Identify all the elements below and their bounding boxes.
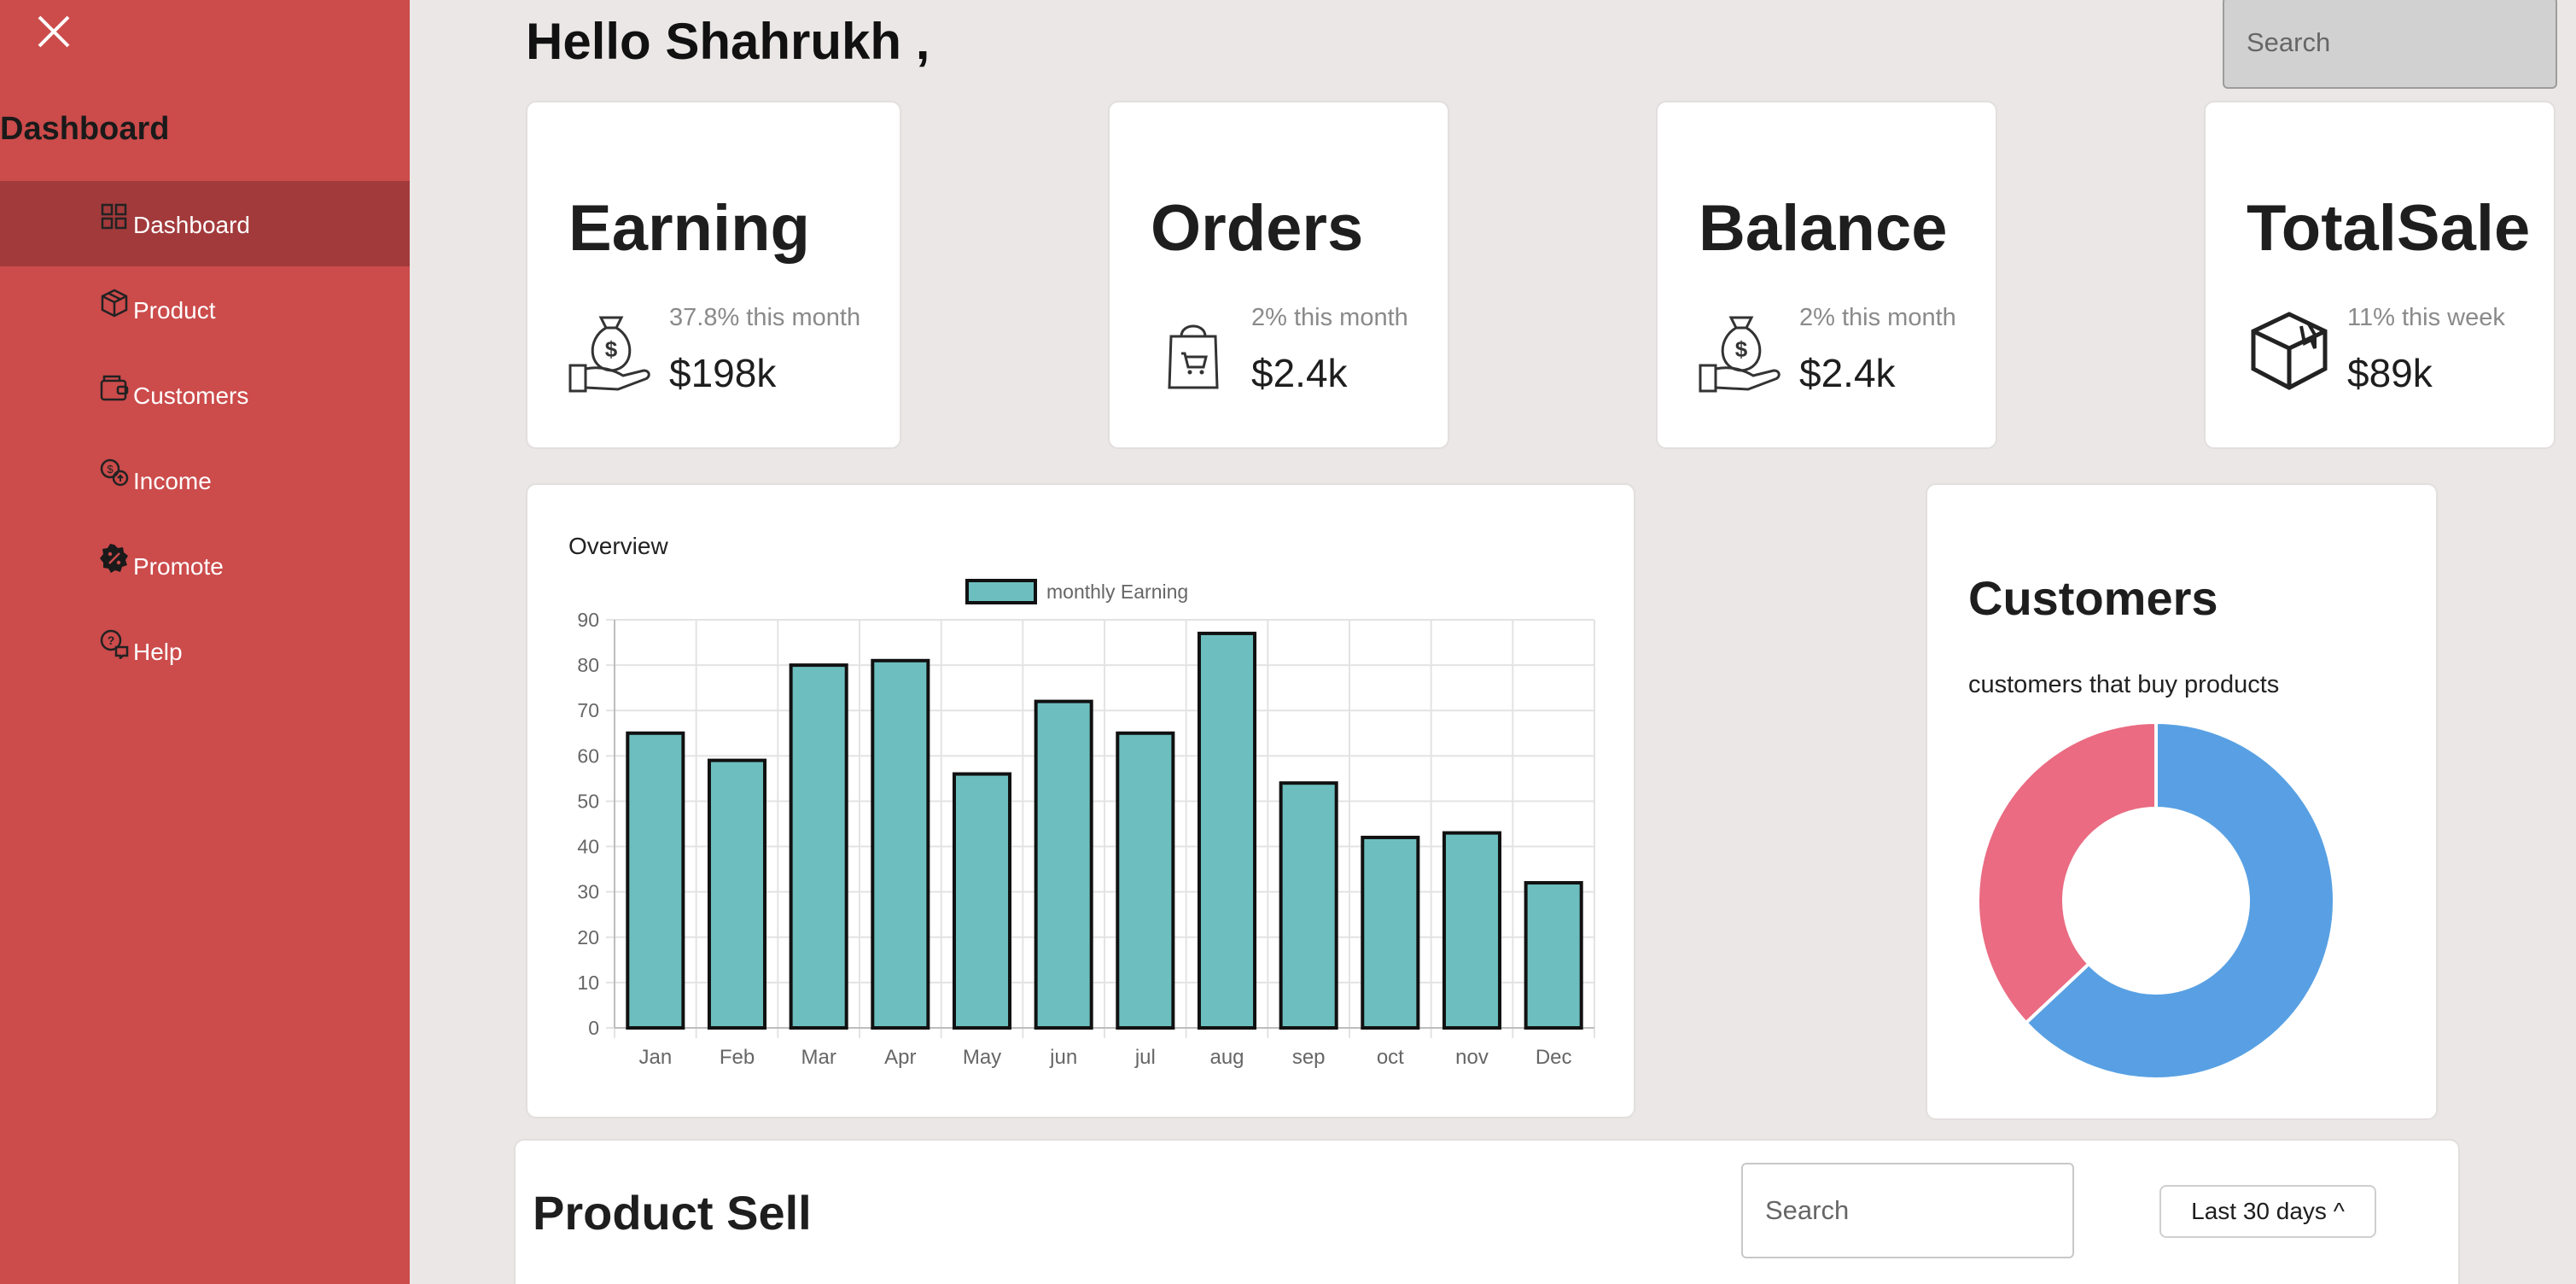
sidebar-item-promote[interactable]: Promote xyxy=(0,522,410,608)
x-tick-label: jul xyxy=(1134,1046,1156,1069)
sidebar-item-label: Customers xyxy=(133,382,249,409)
x-tick-label: Jan xyxy=(638,1046,672,1069)
grid-icon xyxy=(101,203,127,230)
stat-card-orders: Orders 2% this month $2.4k xyxy=(1108,101,1449,449)
bar xyxy=(1524,881,1583,1030)
legend-swatch xyxy=(965,579,1037,604)
bar xyxy=(871,658,930,1030)
x-tick-label: Dec xyxy=(1536,1046,1572,1069)
stat-value: $198k xyxy=(669,351,777,395)
donut-chart xyxy=(1976,720,2336,1081)
product-search-input[interactable] xyxy=(1741,1163,2074,1258)
bar xyxy=(707,758,767,1030)
sidebar: Dashboard Dashboard Product Customers $ xyxy=(0,0,410,1284)
sidebar-item-label: Product xyxy=(133,297,216,324)
y-tick-label: 70 xyxy=(577,699,599,721)
x-tick-label: aug xyxy=(1209,1046,1244,1069)
shopping-bag-icon xyxy=(1168,324,1219,389)
bar-chart: 0 10 20 30 40 50 60 70 80 90 Jan Feb Mar Apr May jun jul… xyxy=(577,579,1595,1069)
money-bag-hand-icon: $ xyxy=(568,316,650,393)
y-tick-label: 0 xyxy=(588,1017,599,1039)
sidebar-item-label: Dashboard xyxy=(133,212,250,238)
stat-change: 2% this month xyxy=(1799,304,1956,331)
stat-card-balance: Balance $ 2% this month $2.4k xyxy=(1656,101,1997,449)
stat-change: 37.8% this month xyxy=(669,304,861,331)
coins-icon: $ xyxy=(100,458,129,487)
bar xyxy=(1279,781,1338,1030)
close-icon[interactable] xyxy=(32,9,77,53)
stat-title: TotalSale xyxy=(2247,192,2531,265)
product-sell-title: Product Sell xyxy=(533,1186,812,1240)
stat-value: $2.4k xyxy=(1251,351,1348,395)
bar xyxy=(1116,731,1175,1030)
legend-label: monthly Earning xyxy=(1046,581,1188,603)
product-sell-card: Product Sell Last 30 days ^ xyxy=(514,1139,2460,1284)
stat-card-totalsale: TotalSale 11% this week $89k xyxy=(2204,101,2556,449)
sidebar-item-income[interactable]: $ Income xyxy=(0,437,410,522)
top-search-input[interactable] xyxy=(2223,0,2557,89)
stat-title: Earning xyxy=(568,192,810,265)
y-tick-label: 90 xyxy=(577,609,599,631)
sidebar-item-help[interactable]: ? Help xyxy=(0,608,410,693)
x-tick-label: nov xyxy=(1455,1046,1489,1069)
stat-change: 2% this month xyxy=(1251,304,1408,331)
bar xyxy=(1442,831,1502,1030)
box-icon xyxy=(101,289,128,318)
x-tick-label: jun xyxy=(1049,1046,1077,1069)
x-tick-label: oct xyxy=(1377,1046,1404,1069)
stat-value: $89k xyxy=(2347,351,2433,395)
stat-title: Orders xyxy=(1151,192,1364,265)
badge-percent-icon xyxy=(100,544,128,573)
x-tick-label: sep xyxy=(1292,1046,1326,1069)
y-tick-label: 50 xyxy=(577,790,599,812)
y-tick-label: 60 xyxy=(577,744,599,767)
svg-text:$: $ xyxy=(1735,336,1748,362)
bar xyxy=(1361,835,1420,1030)
x-tick-label: Mar xyxy=(801,1046,836,1069)
stat-title: Balance xyxy=(1699,192,1948,265)
sidebar-brand: Dashboard xyxy=(0,111,170,147)
donut-slice xyxy=(1976,720,2158,1025)
sidebar-item-product[interactable]: Product xyxy=(0,266,410,352)
y-tick-label: 10 xyxy=(577,972,599,994)
y-tick-label: 40 xyxy=(577,836,599,858)
x-tick-label: Apr xyxy=(884,1046,916,1069)
sidebar-item-dashboard[interactable]: Dashboard xyxy=(0,181,410,266)
stat-value: $2.4k xyxy=(1799,351,1896,395)
x-tick-label: Feb xyxy=(720,1046,755,1069)
bar xyxy=(789,663,848,1030)
sidebar-item-label: Help xyxy=(133,639,183,665)
stat-card-earning: Earning $ 37.8% this month $198k xyxy=(526,101,901,449)
svg-text:$: $ xyxy=(107,463,114,476)
x-tick-label: May xyxy=(963,1046,1001,1069)
svg-text:$: $ xyxy=(605,336,618,362)
bar xyxy=(1034,699,1093,1030)
y-tick-label: 80 xyxy=(577,654,599,676)
y-tick-label: 30 xyxy=(577,881,599,903)
bar xyxy=(626,731,685,1030)
money-bag-hand-icon: $ xyxy=(1699,316,1780,393)
bar xyxy=(1197,631,1257,1030)
wallet-icon xyxy=(100,375,129,401)
customers-card: Customers customers that buy products xyxy=(1926,483,2438,1120)
greeting-title: Hello Shahrukh , xyxy=(526,13,930,70)
sidebar-item-label: Income xyxy=(133,468,212,494)
y-tick-label: 20 xyxy=(577,926,599,948)
date-range-dropdown[interactable]: Last 30 days ^ xyxy=(2159,1185,2376,1238)
overview-card: Overview 0 10 20 30 40 50 60 70 80 90 Jan Feb Mar Apr… xyxy=(526,483,1635,1118)
bar xyxy=(952,772,1012,1030)
svg-text:?: ? xyxy=(108,633,115,647)
help-chat-icon: ? xyxy=(100,629,129,659)
package-icon xyxy=(2251,312,2328,390)
sidebar-item-label: Promote xyxy=(133,553,224,580)
stat-change: 11% this week xyxy=(2347,304,2505,331)
sidebar-item-customers[interactable]: Customers xyxy=(0,352,410,437)
